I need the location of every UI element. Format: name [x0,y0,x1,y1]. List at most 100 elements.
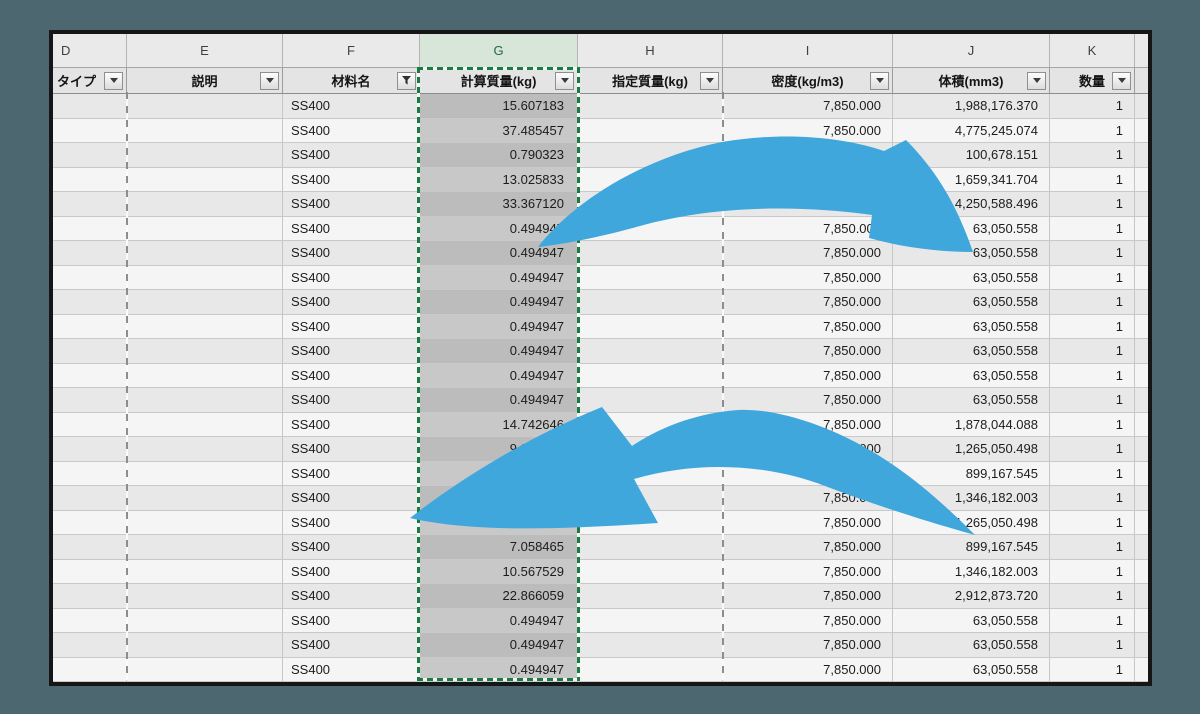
cell-l20[interactable] [1135,560,1152,585]
cell-h14[interactable] [578,413,723,438]
cell-j15[interactable]: 1,265,050.498 [893,437,1050,462]
cell-e11[interactable] [127,339,283,364]
cell-d4[interactable] [53,168,127,193]
cell-e3[interactable] [127,143,283,168]
column-header-J[interactable]: 体積(mm3) [893,68,1050,93]
cell-j1[interactable]: 1,988,176.370 [893,94,1050,119]
cell-j16[interactable]: 899,167.545 [893,462,1050,487]
cell-j24[interactable]: 63,050.558 [893,658,1050,683]
cell-d10[interactable] [53,315,127,340]
cell-j12[interactable]: 63,050.558 [893,364,1050,389]
cell-k9[interactable]: 1 [1050,290,1135,315]
cell-d9[interactable] [53,290,127,315]
cell-g22[interactable]: 0.494947 [420,609,578,634]
cell-g5[interactable]: 33.367120 [420,192,578,217]
cell-j6[interactable]: 63,050.558 [893,217,1050,242]
cell-h7[interactable] [578,241,723,266]
cell-e7[interactable] [127,241,283,266]
cell-i22[interactable]: 7,850.000 [723,609,893,634]
cell-d18[interactable] [53,511,127,536]
cell-d12[interactable] [53,364,127,389]
cell-l16[interactable] [1135,462,1152,487]
cell-k18[interactable]: 1 [1050,511,1135,536]
cell-l12[interactable] [1135,364,1152,389]
cell-g8[interactable]: 0.494947 [420,266,578,291]
cell-d23[interactable] [53,633,127,658]
cell-h4[interactable] [578,168,723,193]
cell-k2[interactable]: 1 [1050,119,1135,144]
cell-d13[interactable] [53,388,127,413]
cell-d19[interactable] [53,535,127,560]
cell-h24[interactable] [578,658,723,683]
cell-k20[interactable]: 1 [1050,560,1135,585]
cell-g6[interactable]: 0.494947 [420,217,578,242]
cell-f23[interactable]: SS400 [283,633,420,658]
cell-e2[interactable] [127,119,283,144]
cell-f1[interactable]: SS400 [283,94,420,119]
cell-g4[interactable]: 13.025833 [420,168,578,193]
cell-j19[interactable]: 899,167.545 [893,535,1050,560]
cell-h22[interactable] [578,609,723,634]
cell-k17[interactable]: 1 [1050,486,1135,511]
cell-k14[interactable]: 1 [1050,413,1135,438]
cell-i4[interactable]: 7,850.000 [723,168,893,193]
cell-j18[interactable]: 1,265,050.498 [893,511,1050,536]
cell-j21[interactable]: 2,912,873.720 [893,584,1050,609]
cell-k21[interactable]: 1 [1050,584,1135,609]
column-header-E[interactable]: 説明 [127,68,283,93]
column-letter-H[interactable]: H [578,34,723,67]
cell-h11[interactable] [578,339,723,364]
cell-l17[interactable] [1135,486,1152,511]
column-header-G[interactable]: 計算質量(kg) [420,68,578,93]
filter-button-F[interactable] [397,72,416,90]
cell-g17[interactable]: 10.567529 [420,486,578,511]
column-header-I[interactable]: 密度(kg/m3) [723,68,893,93]
cell-h20[interactable] [578,560,723,585]
cell-f2[interactable]: SS400 [283,119,420,144]
cell-j23[interactable]: 63,050.558 [893,633,1050,658]
cell-g13[interactable]: 0.494947 [420,388,578,413]
cell-i16[interactable]: 7,850.000 [723,462,893,487]
cell-i21[interactable]: 7,850.000 [723,584,893,609]
cell-i3[interactable]: 7,850.000 [723,143,893,168]
cell-f22[interactable]: SS400 [283,609,420,634]
cell-g10[interactable]: 0.494947 [420,315,578,340]
filter-button-K[interactable] [1112,72,1131,90]
cell-k15[interactable]: 1 [1050,437,1135,462]
cell-f6[interactable]: SS400 [283,217,420,242]
cell-f4[interactable]: SS400 [283,168,420,193]
cell-g21[interactable]: 22.866059 [420,584,578,609]
cell-d2[interactable] [53,119,127,144]
cell-j5[interactable]: 4,250,588.496 [893,192,1050,217]
cell-h12[interactable] [578,364,723,389]
cell-l7[interactable] [1135,241,1152,266]
column-letter-I[interactable]: I [723,34,893,67]
cell-i6[interactable]: 7,850.000 [723,217,893,242]
cell-i15[interactable]: 7,850.000 [723,437,893,462]
cell-h21[interactable] [578,584,723,609]
cell-g24[interactable]: 0.494947 [420,658,578,683]
cell-e14[interactable] [127,413,283,438]
column-header-H[interactable]: 指定質量(kg) [578,68,723,93]
cell-d16[interactable] [53,462,127,487]
filter-button-I[interactable] [870,72,889,90]
cell-d3[interactable] [53,143,127,168]
cell-g12[interactable]: 0.494947 [420,364,578,389]
cell-h1[interactable] [578,94,723,119]
cell-j17[interactable]: 1,346,182.003 [893,486,1050,511]
cell-e4[interactable] [127,168,283,193]
cell-l22[interactable] [1135,609,1152,634]
cell-f13[interactable]: SS400 [283,388,420,413]
cell-h10[interactable] [578,315,723,340]
cell-j22[interactable]: 63,050.558 [893,609,1050,634]
cell-g3[interactable]: 0.790323 [420,143,578,168]
cell-i20[interactable]: 7,850.000 [723,560,893,585]
cell-l23[interactable] [1135,633,1152,658]
cell-i7[interactable]: 7,850.000 [723,241,893,266]
cell-j9[interactable]: 63,050.558 [893,290,1050,315]
cell-d21[interactable] [53,584,127,609]
column-letter-D[interactable]: D [53,34,127,67]
cell-e24[interactable] [127,658,283,683]
cell-d24[interactable] [53,658,127,683]
cell-i8[interactable]: 7,850.000 [723,266,893,291]
